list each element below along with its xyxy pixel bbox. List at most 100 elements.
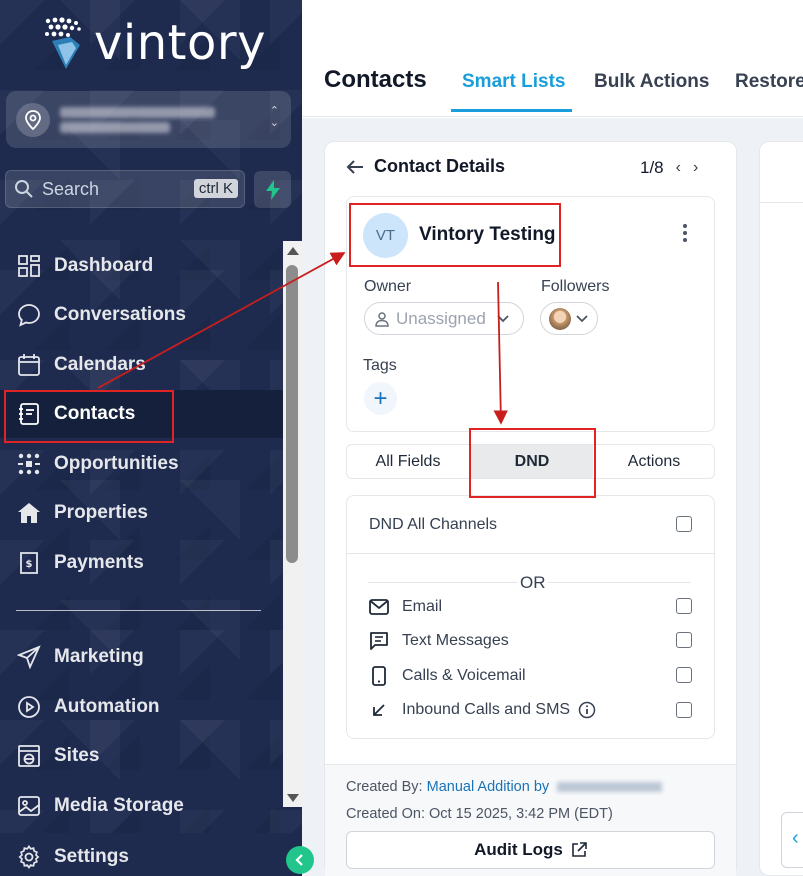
sidebar-item-dashboard[interactable]: Dashboard [0,242,283,290]
sidebar-item-properties[interactable]: Properties [0,489,283,537]
sidebar-item-automation[interactable]: Automation [0,683,283,731]
keyboard-shortcut: ctrl K [193,179,238,198]
annotation-box-contacts [4,390,174,443]
or-label: OR [518,573,548,593]
sidebar-item-label: Settings [54,846,129,867]
page-title: Contacts [324,66,427,93]
sidebar-item-calendars[interactable]: Calendars [0,341,283,389]
dnd-inbound-checkbox[interactable] [676,702,692,718]
sidebar-item-conversations[interactable]: Conversations [0,291,283,339]
dnd-email-checkbox[interactable] [676,598,692,614]
scroll-down-arrow-icon[interactable] [287,794,299,802]
audit-logs-button[interactable]: Audit Logs [346,831,715,869]
sidebar-item-label: Conversations [54,304,186,325]
sidebar-item-sites[interactable]: Sites [0,732,283,780]
sidebar-item-label: Dashboard [54,255,154,276]
scroll-up-arrow-icon[interactable] [287,247,299,255]
send-icon [17,645,41,669]
info-icon[interactable] [578,701,596,719]
pager-count: 1/8 [640,158,664,177]
more-options-icon[interactable] [683,224,689,245]
contact-details-title: Contact Details [374,156,506,176]
tab-bulk-actions[interactable]: Bulk Actions [594,71,709,93]
tab-smart-lists[interactable]: Smart Lists [462,71,565,93]
globe-window-icon [18,745,40,767]
sidebar-item-label: Automation [54,696,160,717]
house-icon [18,503,40,523]
created-by-label: Created By: [346,779,423,795]
contact-pager: 1/8 ‹ › [640,158,698,178]
sidebar-item-opportunities[interactable]: Opportunities [0,440,283,488]
quick-actions-button[interactable] [254,171,291,208]
dnd-text-row: Text Messages [369,632,509,650]
back-arrow-icon[interactable] [346,159,364,175]
sidebar-item-payments[interactable]: $ Payments [0,539,283,587]
message-icon [370,632,388,650]
chevron-up-down-icon: ⌃ ⌄ [269,105,279,129]
chevron-left-icon [295,854,303,866]
chevron-left-icon: ‹ [792,827,799,849]
contact-details-header: Contact Details [346,156,505,177]
tab-restore[interactable]: Restore [735,71,803,93]
search-icon [15,180,33,198]
gear-icon [18,845,40,869]
play-circle-icon [18,696,40,718]
annotation-box-contact-name [349,203,561,267]
phone-icon [372,666,386,686]
created-on-value: Oct 15 2025, 3:42 PM (EDT) [429,806,613,822]
sidebar-item-marketing[interactable]: Marketing [0,633,283,681]
audit-logs-label: Audit Logs [474,840,563,859]
scroll-thumb[interactable] [286,265,298,563]
tab-all-fields[interactable]: All Fields [347,445,469,478]
created-by-value[interactable]: Manual Addition by [427,779,550,795]
search-placeholder: Search [42,178,100,199]
search-input[interactable]: Search ctrl K [5,170,245,208]
sidebar-item-label: Marketing [54,646,144,667]
sidebar-scrollbar[interactable] [283,241,302,807]
sidebar-item-label: Payments [54,552,144,573]
dnd-calls-label: Calls & Voicemail [402,667,526,684]
owner-value: Unassigned [396,308,486,328]
dnd-text-label: Text Messages [402,632,509,649]
active-tab-indicator [451,109,572,112]
dnd-text-checkbox[interactable] [676,632,692,648]
sidebar-divider [16,610,261,611]
dnd-inbound-row: Inbound Calls and SMS [371,701,596,719]
follower-avatar [549,307,571,330]
secondary-panel [759,141,803,876]
followers-select[interactable] [540,302,598,335]
location-switcher[interactable]: ⌃ ⌄ [6,91,291,148]
creator-name-redacted [557,782,663,793]
chevron-down-icon [497,315,509,323]
sidebar-item-media-storage[interactable]: Media Storage [0,782,283,830]
created-on-label: Created On: [346,806,425,822]
mail-icon [369,599,389,615]
add-tag-button[interactable]: + [364,382,397,415]
previous-contact-icon[interactable]: ‹ [676,159,681,177]
owner-label: Owner [364,278,412,295]
lightning-icon [265,179,280,200]
annotation-box-dnd-tab [469,428,596,498]
brand-name: vintory [94,15,266,71]
chevron-down-icon [576,314,588,322]
secondary-panel-button[interactable]: ‹ [781,812,803,868]
opportunities-icon [18,453,40,475]
arrow-down-left-icon [373,704,385,716]
sidebar-item-settings[interactable]: Settings [0,833,302,876]
brand-logo[interactable]: vintory [40,12,266,74]
dnd-calls-row: Calls & Voicemail [371,666,526,686]
owner-select[interactable]: Unassigned [364,302,524,335]
sidebar-item-label: Calendars [54,354,146,375]
calendar-icon [18,354,40,376]
tab-actions[interactable]: Actions [593,445,715,478]
next-contact-icon[interactable]: › [693,159,698,177]
followers-label: Followers [541,278,610,295]
collapse-sidebar-button[interactable] [286,846,314,874]
top-header: Contacts Smart Lists Bulk Actions Restor… [302,0,803,117]
image-icon [18,796,40,816]
location-name-redacted [60,106,215,133]
dnd-calls-checkbox[interactable] [676,667,692,683]
dnd-all-channels-checkbox[interactable] [676,516,692,532]
created-by: Created By: Manual Addition by [346,779,663,795]
location-pin-icon [16,102,50,137]
